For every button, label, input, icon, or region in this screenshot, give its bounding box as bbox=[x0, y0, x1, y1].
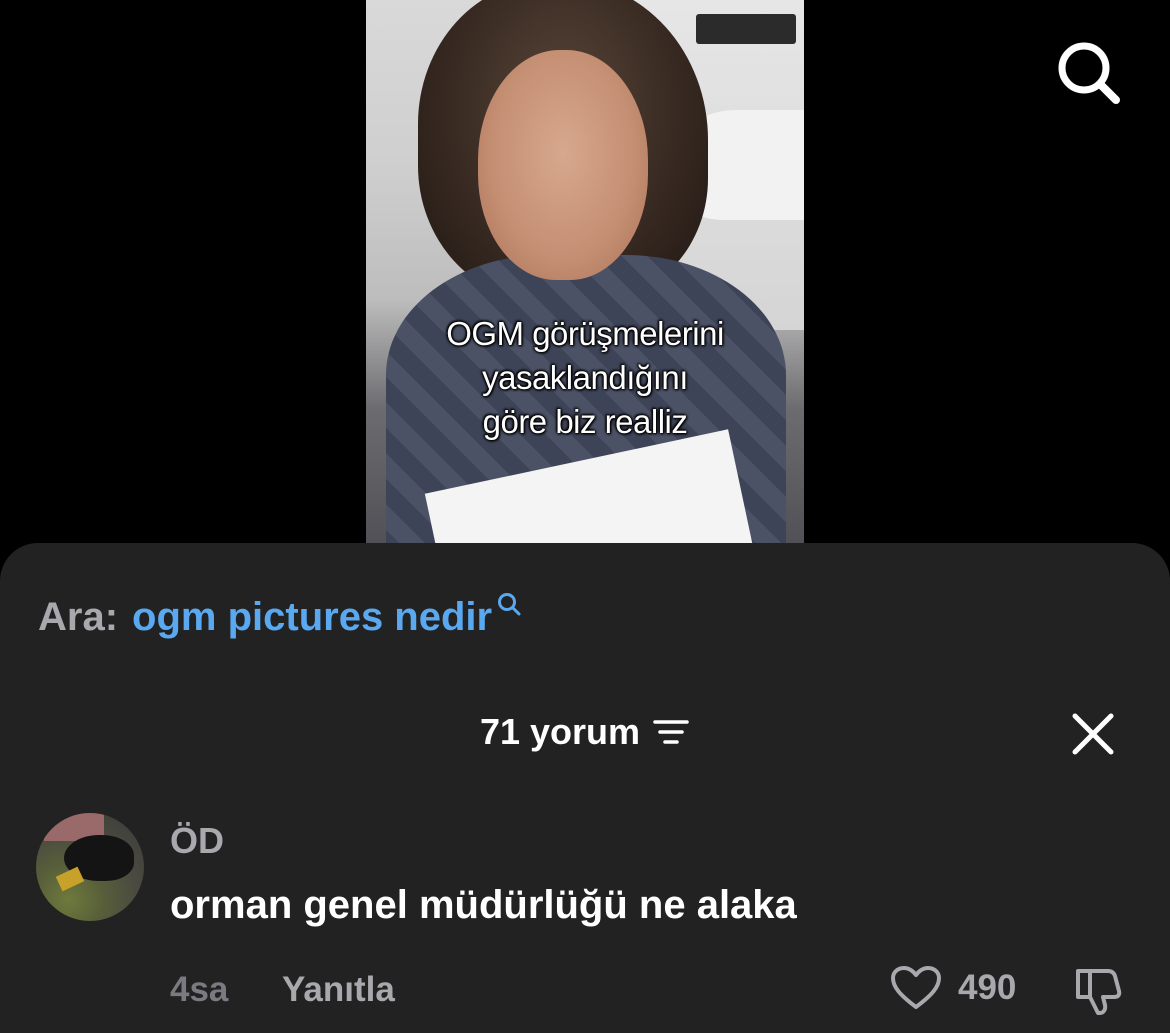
reply-button[interactable]: Yanıtla bbox=[282, 967, 395, 1013]
video-caption-line: göre biz realliz bbox=[482, 403, 688, 440]
comment-timestamp: 4sa bbox=[170, 970, 229, 1009]
video-person-face bbox=[478, 50, 648, 280]
comment-item: ÖD orman genel müdürlüğü ne alaka 4sa Ya… bbox=[0, 811, 1170, 1033]
video-caption-line: yasaklandığını bbox=[482, 359, 688, 396]
heart-icon bbox=[891, 966, 941, 1009]
close-icon bbox=[1072, 713, 1114, 755]
video-caption-line: OGM görüşmelerini bbox=[446, 315, 724, 352]
video-shelf bbox=[696, 14, 796, 44]
close-button[interactable] bbox=[1066, 707, 1120, 761]
video-thumbnail[interactable]: OGM görüşmelerini yasaklandığını göre bi… bbox=[366, 0, 804, 545]
search-button[interactable] bbox=[1052, 36, 1124, 108]
search-suggestion-link[interactable]: ogm pictures nedir bbox=[132, 593, 492, 641]
like-button[interactable]: 490 bbox=[890, 965, 1016, 1011]
search-suggestion[interactable]: Ara: ogm pictures nedir bbox=[38, 593, 522, 641]
avatar[interactable] bbox=[36, 813, 144, 921]
like-count: 490 bbox=[958, 968, 1017, 1007]
comments-sort-button[interactable]: 71 yorum bbox=[480, 707, 690, 757]
comments-header: 71 yorum bbox=[0, 707, 1170, 757]
search-suggestion-prefix: Ara: bbox=[38, 595, 119, 639]
thumbs-down-icon bbox=[1076, 969, 1122, 1015]
sort-icon bbox=[653, 720, 689, 744]
comments-sheet: Ara: ogm pictures nedir 71 yorum ÖD orma… bbox=[0, 543, 1170, 1033]
search-icon bbox=[498, 593, 521, 616]
comments-count: 71 yorum bbox=[479, 711, 641, 752]
comment-username[interactable]: ÖD bbox=[170, 817, 224, 865]
search-icon bbox=[1058, 42, 1120, 104]
video-caption: OGM görüşmelerini yasaklandığını göre bi… bbox=[366, 312, 804, 444]
dislike-button[interactable] bbox=[1072, 965, 1124, 1017]
video-area[interactable]: OGM görüşmelerini yasaklandığını göre bi… bbox=[0, 0, 1170, 560]
comment-text: orman genel müdürlüğü ne alaka bbox=[170, 883, 797, 927]
